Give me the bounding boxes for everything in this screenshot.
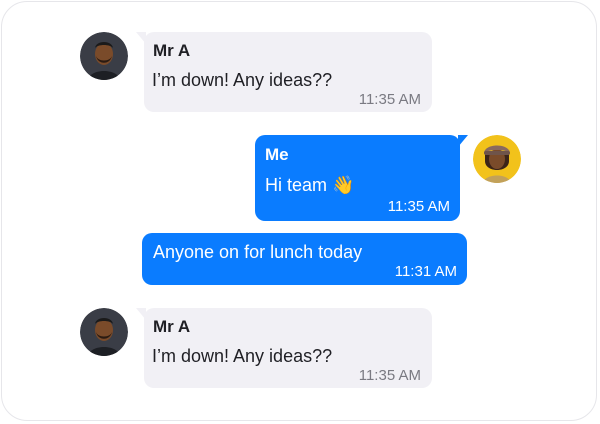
bubble-tail — [458, 135, 468, 147]
message-text: Hi team 👋 — [265, 175, 354, 196]
message-bubble[interactable]: Mr A I’m down! Any ideas?? 11:35 AM — [136, 32, 432, 112]
message-sender: Mr A — [153, 317, 191, 336]
avatar-me[interactable] — [473, 135, 521, 183]
chat-card: Mr A I’m down! Any ideas?? 11:35 AM Me H… — [1, 1, 597, 421]
message-time: 11:31 AM — [394, 263, 457, 280]
bubble-tail — [136, 32, 146, 44]
message-time: 11:35 AM — [387, 198, 450, 215]
message-text-body: Hi team — [265, 175, 328, 195]
message-bubble[interactable]: Mr A I’m down! Any ideas?? 11:35 AM — [136, 308, 432, 388]
message-time: 11:35 AM — [358, 91, 421, 108]
avatar-mr-a[interactable] — [80, 32, 128, 80]
avatar-mr-a[interactable] — [80, 308, 128, 356]
message-sender: Mr A — [153, 41, 191, 60]
message-time: 11:35 AM — [358, 367, 421, 384]
waving-hand-icon: 👋 — [332, 175, 355, 195]
message-bubble-own[interactable]: Me Hi team 👋 11:35 AM — [255, 135, 468, 221]
message-sender: Me — [265, 145, 289, 164]
message-bubble-own[interactable]: Anyone on for lunch today 11:31 AM — [142, 233, 467, 285]
message-text: I’m down! Any ideas?? — [152, 70, 333, 90]
message-text: Anyone on for lunch today — [153, 242, 363, 262]
bubble-tail — [136, 308, 146, 320]
message-text: I’m down! Any ideas?? — [152, 346, 333, 366]
